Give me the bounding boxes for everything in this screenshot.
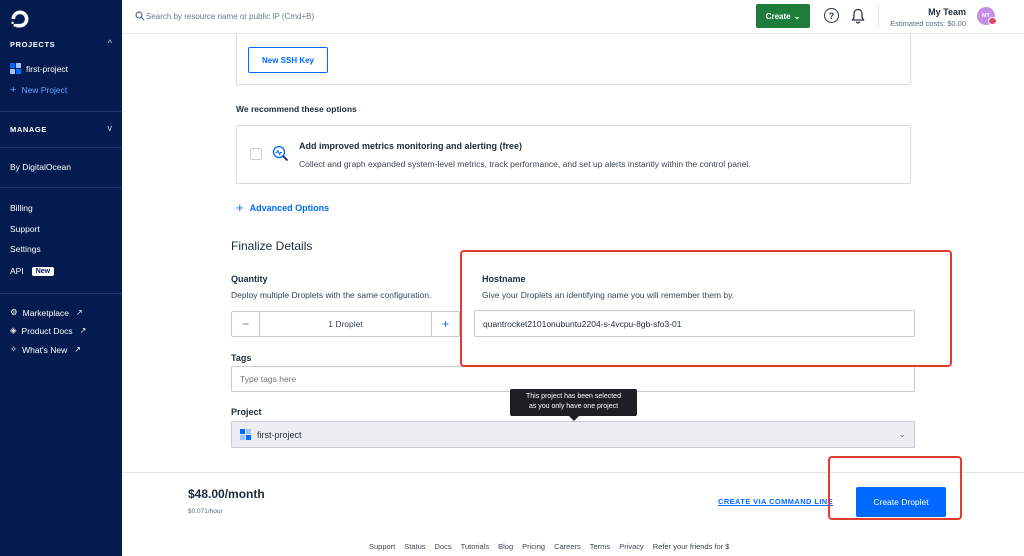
- chevron-down-icon: ⌄: [793, 11, 801, 21]
- bell-icon[interactable]: [851, 8, 865, 24]
- sidebar-item-label: What's New: [22, 344, 68, 355]
- digitalocean-logo-icon[interactable]: [10, 9, 30, 29]
- metrics-option-card[interactable]: Add improved metrics monitoring and aler…: [236, 125, 911, 184]
- create-button-label: Create: [765, 11, 791, 21]
- sidebar-item-label: New Project: [21, 85, 68, 95]
- increment-button[interactable]: +: [431, 312, 459, 336]
- quantity-description: Deploy multiple Droplets with the same c…: [231, 290, 432, 300]
- team-name[interactable]: My Team: [928, 7, 966, 17]
- footer-link-refer[interactable]: Refer your friends for $: [653, 542, 730, 551]
- external-link-icon: ↗: [75, 308, 83, 317]
- plus-icon: +: [10, 84, 17, 96]
- advanced-options-label: Advanced Options: [249, 202, 330, 213]
- footer-link-tutorials[interactable]: Tutorials: [461, 542, 489, 551]
- projects-header[interactable]: PROJECTS: [10, 40, 55, 49]
- footer-link-terms[interactable]: Terms: [590, 542, 610, 551]
- project-label: Project: [231, 407, 262, 417]
- project-icon: [10, 63, 21, 74]
- project-select[interactable]: first-project ⌄: [231, 421, 915, 448]
- chevron-up-icon[interactable]: ^: [108, 38, 112, 48]
- quantity-value: 1 Droplet: [328, 319, 363, 329]
- recommend-heading: We recommend these options: [236, 104, 357, 114]
- create-button[interactable]: Create ⌄: [756, 4, 810, 28]
- notification-dot: [988, 17, 997, 25]
- chevron-down-icon: ⌄: [898, 429, 906, 439]
- sidebar-item-api[interactable]: API New: [10, 266, 55, 276]
- divider: [878, 4, 879, 28]
- sidebar-item-first-project[interactable]: first-project: [10, 63, 68, 74]
- new-ssh-key-button[interactable]: New SSH Key: [248, 47, 328, 73]
- sidebar-item-product-docs[interactable]: ◈ Product Docs ↗: [10, 325, 86, 336]
- external-link-icon: ↗: [74, 345, 81, 354]
- tooltip-line: This project has been selected: [526, 393, 621, 400]
- external-link-icon: ↗: [79, 326, 87, 335]
- metrics-magnifier-icon: [272, 145, 289, 162]
- divider: [0, 293, 122, 294]
- search-icon: [135, 11, 145, 21]
- sidebar-item-label: first-project: [26, 63, 69, 74]
- divider: [0, 147, 122, 148]
- chevron-down-icon[interactable]: v: [108, 123, 113, 133]
- footer-link-status[interactable]: Status: [404, 542, 425, 551]
- project-tooltip: This project has been selected as you on…: [510, 389, 637, 421]
- create-via-command-line-link[interactable]: CREATE VIA COMMAND LINE: [718, 497, 833, 506]
- sidebar-item-support[interactable]: Support: [10, 224, 40, 234]
- divider: [0, 111, 122, 112]
- sidebar: PROJECTS ^ first-project + New Project M…: [0, 0, 122, 556]
- price-per-month: $48.00/month: [188, 487, 265, 501]
- quantity-label: Quantity: [231, 274, 268, 284]
- new-badge: New: [31, 266, 55, 276]
- top-bar: Create ⌄ ? My Team Estimated costs: $0.0…: [122, 0, 1024, 34]
- advanced-options-link[interactable]: + Advanced Options: [236, 200, 329, 215]
- sidebar-item-label: Product Docs: [21, 325, 73, 336]
- create-droplet-highlight: [828, 456, 962, 520]
- sidebar-item-new-project[interactable]: + New Project: [10, 84, 67, 96]
- layers-icon: ◈: [10, 325, 17, 335]
- footer-link-pricing[interactable]: Pricing: [522, 542, 545, 551]
- search-input[interactable]: [146, 8, 406, 24]
- price-per-hour: $0.071/hour: [188, 508, 223, 515]
- finalize-details-title: Finalize Details: [231, 239, 313, 253]
- footer-link-careers[interactable]: Careers: [554, 542, 581, 551]
- metrics-description: Collect and graph expanded system-level …: [299, 159, 751, 169]
- estimated-costs: Estimated costs: $0.00: [890, 19, 966, 28]
- divider: [0, 187, 122, 188]
- gear-icon: ⚙: [10, 307, 18, 317]
- plus-icon: +: [236, 200, 244, 215]
- help-icon[interactable]: ?: [824, 8, 839, 23]
- metrics-checkbox[interactable]: [250, 148, 262, 160]
- project-icon: [240, 429, 251, 440]
- sidebar-item-label: API: [10, 266, 24, 276]
- decrement-button[interactable]: −: [232, 312, 260, 336]
- sidebar-item-marketplace[interactable]: ⚙ Marketplace ↗: [10, 307, 83, 318]
- footer-link-docs[interactable]: Docs: [435, 542, 452, 551]
- footer-link-blog[interactable]: Blog: [498, 542, 513, 551]
- tooltip-line: as you only have one project: [528, 403, 619, 410]
- sidebar-item-by-digitalocean[interactable]: By DigitalOcean: [10, 162, 71, 172]
- manage-header[interactable]: MANAGE: [10, 125, 47, 134]
- footer-links: Support Status Docs Tutorials Blog Prici…: [369, 542, 729, 551]
- tags-label: Tags: [231, 353, 252, 363]
- sidebar-item-settings[interactable]: Settings: [10, 244, 41, 254]
- quantity-stepper: − 1 Droplet +: [231, 311, 460, 337]
- footer-link-privacy[interactable]: Privacy: [619, 542, 644, 551]
- hostname-highlight: [460, 250, 952, 367]
- footer-link-support[interactable]: Support: [369, 542, 395, 551]
- ssh-key-card: New SSH Key: [236, 34, 911, 85]
- sidebar-item-whats-new[interactable]: ✧ What's New ↗: [10, 344, 81, 355]
- sidebar-item-billing[interactable]: Billing: [10, 203, 33, 213]
- project-select-value: first-project: [257, 429, 302, 440]
- metrics-title: Add improved metrics monitoring and aler…: [299, 141, 523, 151]
- megaphone-icon: ✧: [10, 344, 18, 354]
- sidebar-item-label: Marketplace: [22, 307, 69, 318]
